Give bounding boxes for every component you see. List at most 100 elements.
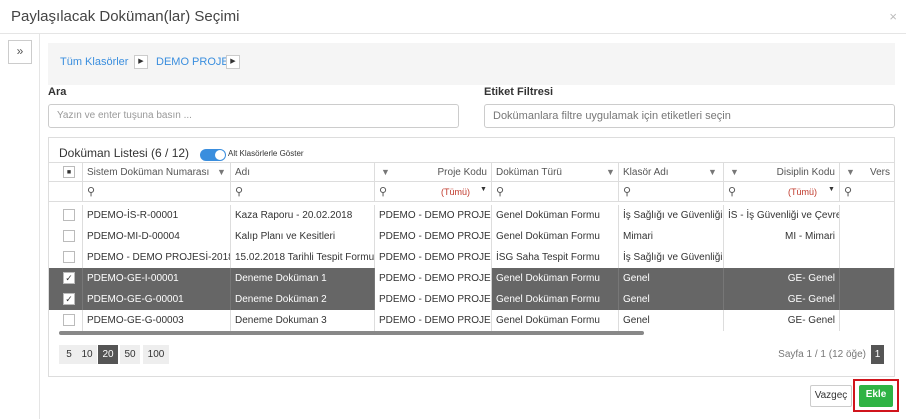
cell-name: Kaza Raporu - 20.02.2018	[231, 205, 375, 226]
filter-icon[interactable]: ▼	[217, 167, 226, 177]
cell-name: Deneme Doküman 1	[231, 268, 375, 289]
table-row[interactable]: PDEMO - DEMO PROJESİ-2018- 15.02.2018 Tar…	[49, 247, 894, 268]
select-all-cell: ■	[49, 163, 83, 182]
col-label: Sistem Doküman Numarası	[87, 167, 210, 178]
table-row[interactable]: ✓ PDEMO-GE-G-00001 Deneme Doküman 2 PDEMO -…	[49, 289, 894, 310]
cell-folder-name: Genel	[619, 289, 724, 310]
row-select-cell	[49, 247, 83, 268]
filter-all-select[interactable]: (Tümü)	[788, 187, 817, 197]
chevron-down-icon[interactable]: ▼	[480, 186, 487, 193]
filter-cell[interactable]: ⚲	[83, 182, 231, 201]
cell-folder-name: İş Sağlığı ve Güvenliği	[619, 247, 724, 268]
page-size-5[interactable]: 5	[59, 345, 79, 364]
cell-version	[840, 226, 894, 247]
cell-project-code: PDEMO - DEMO PROJESİ	[375, 289, 492, 310]
search-input[interactable]: Yazın ve enter tuşuna basın ...	[48, 104, 459, 128]
breadcrumb-arrow-icon[interactable]: ▶	[134, 55, 148, 69]
row-checkbox[interactable]: ✓	[63, 293, 75, 305]
filter-icon[interactable]: ▼	[730, 167, 739, 177]
cell-doc-type: Genel Doküman Formu	[492, 268, 619, 289]
cell-discipline: GE- Genel	[724, 268, 840, 289]
row-select-cell	[49, 226, 83, 247]
cell-project-code: PDEMO - DEMO PROJESİ	[375, 268, 492, 289]
page-size-100[interactable]: 100	[143, 345, 169, 364]
filter-cell[interactable]: ⚲	[840, 182, 894, 201]
modal-header: Paylaşılacak Doküman(lar) Seçimi ×	[0, 0, 906, 34]
breadcrumb-demo-proje[interactable]: DEMO PROJE	[156, 56, 229, 68]
cell-name: Kalıp Planı ve Kesitleri	[231, 226, 375, 247]
search-icon: ⚲	[235, 186, 244, 198]
page-size-10[interactable]: 10	[77, 345, 97, 364]
tag-filter-label: Etiket Filtresi	[484, 86, 554, 98]
table-row[interactable]: PDEMO-İS-R-00001 Kaza Raporu - 20.02.2018…	[49, 205, 894, 226]
col-label: Vers	[869, 167, 890, 178]
expand-panel-button[interactable]: »	[8, 40, 32, 64]
horizontal-scrollbar[interactable]	[59, 331, 644, 335]
filter-cell[interactable]: ⚲ (Tümü) ▼	[724, 182, 840, 201]
subfolder-toggle[interactable]	[200, 149, 226, 161]
col-discipline[interactable]: Disiplin Kodu	[724, 163, 840, 182]
subfolder-toggle-label: Alt Klasörlerle Göster	[228, 149, 304, 158]
filter-icon[interactable]: ▼	[846, 167, 855, 177]
row-checkbox[interactable]	[63, 314, 75, 326]
table-row[interactable]: PDEMO-GE-G-00003 Deneme Dokuman 3 PDEMO - …	[49, 310, 894, 331]
cell-system-number: PDEMO-GE-G-00001	[83, 289, 231, 310]
col-label: Adı	[235, 167, 251, 178]
cell-project-code: PDEMO - DEMO PROJESİ	[375, 247, 492, 268]
tag-filter-input[interactable]: Dokümanlara filtre uygulamak için etiket…	[484, 104, 895, 128]
row-checkbox[interactable]: ✓	[63, 272, 75, 284]
cell-discipline: MI - Mimari	[724, 226, 840, 247]
cell-doc-type: Genel Doküman Formu	[492, 226, 619, 247]
grid-title: Doküman Listesi (6 / 12)	[59, 146, 190, 160]
search-icon: ⚲	[623, 186, 632, 198]
row-select-cell: ✓	[49, 289, 83, 310]
page-size-20[interactable]: 20	[98, 345, 118, 364]
filter-icon[interactable]: ▼	[606, 167, 615, 177]
row-checkbox[interactable]	[63, 209, 75, 221]
cell-discipline: GE- Genel	[724, 289, 840, 310]
filter-icon[interactable]: ▼	[708, 167, 717, 177]
breadcrumb-arrow-icon[interactable]: ▶	[226, 55, 240, 69]
col-label: Klasör Adı	[623, 167, 669, 178]
search-icon: ⚲	[87, 186, 96, 198]
cell-project-code: PDEMO - DEMO PROJESİ	[375, 310, 492, 331]
cell-name: Deneme Doküman 2	[231, 289, 375, 310]
col-system-number[interactable]: Sistem Doküman Numarası	[83, 163, 231, 182]
breadcrumb: Tüm Klasörler ▶ DEMO PROJE ▶	[48, 43, 895, 85]
breadcrumb-all-folders[interactable]: Tüm Klasörler	[60, 56, 128, 68]
grid-header-row: ■ Sistem Doküman Numarası Adı Proje Kodu…	[49, 162, 894, 182]
grid-filter-row: ⚲ ⚲ ⚲ (Tümü) ▼ ⚲ ⚲ ⚲ (Tümü) ▼ ⚲	[49, 182, 894, 202]
table-row[interactable]: PDEMO-MI-D-00004 Kalıp Planı ve Kesitleri…	[49, 226, 894, 247]
current-page-button[interactable]: 1	[871, 345, 884, 364]
cell-folder-name: Genel	[619, 268, 724, 289]
cell-version	[840, 247, 894, 268]
page-size-50[interactable]: 50	[120, 345, 140, 364]
cell-system-number: PDEMO-MI-D-00004	[83, 226, 231, 247]
row-checkbox[interactable]	[63, 251, 75, 263]
filter-cell	[49, 182, 83, 201]
select-all-checkbox[interactable]: ■	[63, 166, 75, 178]
col-doc-type[interactable]: Doküman Türü	[492, 163, 619, 182]
cell-discipline: GE- Genel	[724, 310, 840, 331]
col-project-code[interactable]: Proje Kodu	[375, 163, 492, 182]
cell-discipline	[724, 247, 840, 268]
filter-cell[interactable]: ⚲ (Tümü) ▼	[375, 182, 492, 201]
cell-version	[840, 205, 894, 226]
filter-cell[interactable]: ⚲	[619, 182, 724, 201]
filter-cell[interactable]: ⚲	[231, 182, 375, 201]
close-icon[interactable]: ×	[889, 9, 897, 24]
table-row[interactable]: ✓ PDEMO-GE-I-00001 Deneme Doküman 1 PDEMO -…	[49, 268, 894, 289]
document-select-modal: Paylaşılacak Doküman(lar) Seçimi × » Tüm…	[0, 0, 906, 419]
filter-icon[interactable]: ▼	[381, 167, 390, 177]
filter-cell[interactable]: ⚲	[492, 182, 619, 201]
col-label: Proje Kodu	[437, 167, 487, 178]
document-grid: Doküman Listesi (6 / 12) Alt Klasörlerle…	[48, 137, 895, 377]
add-button[interactable]: Ekle	[859, 385, 893, 407]
col-label: Disiplin Kodu	[776, 167, 835, 178]
filter-all-select[interactable]: (Tümü)	[441, 187, 470, 197]
chevron-down-icon[interactable]: ▼	[828, 186, 835, 193]
cell-system-number: PDEMO-İS-R-00001	[83, 205, 231, 226]
cancel-button[interactable]: Vazgeç	[810, 385, 852, 407]
col-name[interactable]: Adı	[231, 163, 375, 182]
row-checkbox[interactable]	[63, 230, 75, 242]
